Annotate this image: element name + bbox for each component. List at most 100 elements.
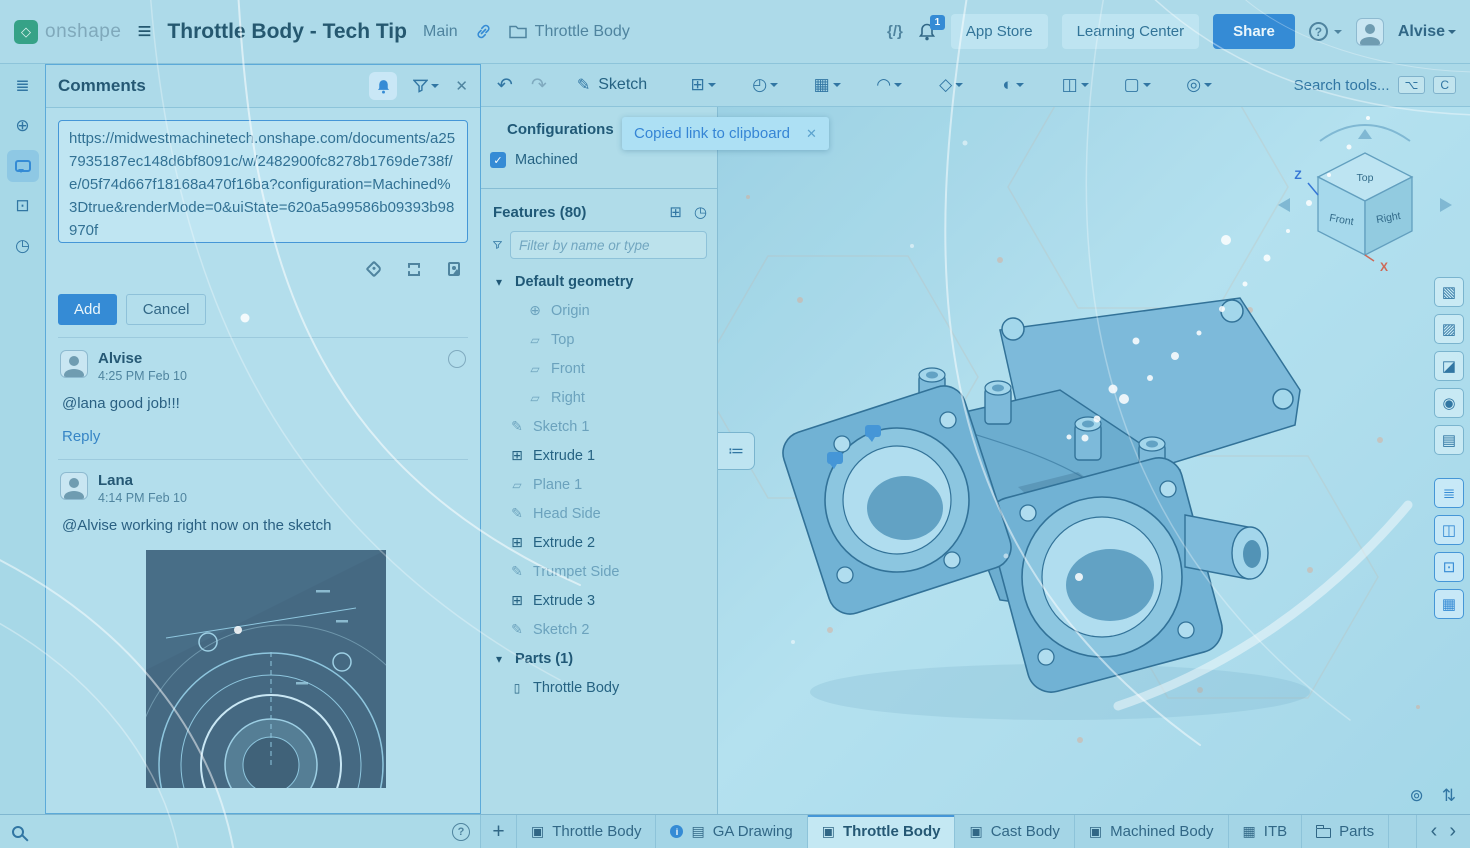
viewport-3d[interactable]: Top Front Right Z X ▧ ▨ ◪ <box>718 107 1470 814</box>
comment-attachment-image[interactable] <box>146 550 386 788</box>
hidden-edges-icon[interactable]: ▨ <box>1434 314 1464 344</box>
rotate-right-arrow[interactable] <box>1440 198 1452 212</box>
insert-item-icon[interactable]: ⊕ <box>7 110 39 142</box>
onshape-logo[interactable]: ◇ onshape <box>14 20 121 44</box>
comment-timestamp: 4:14 PM Feb 10 <box>98 491 187 505</box>
next-tabs-icon[interactable]: › <box>1445 820 1460 843</box>
feature-tree-item[interactable]: Throttle Body <box>481 673 717 702</box>
feature-tree-item[interactable]: Default geometry <box>481 267 717 296</box>
tab-type-icon <box>1316 828 1331 838</box>
feature-tree-item[interactable]: Top <box>481 325 717 354</box>
image-icon[interactable] <box>442 257 466 281</box>
workspace-label[interactable]: Main <box>423 23 458 41</box>
rotate-up-arrow[interactable] <box>1358 129 1372 139</box>
snip-icon[interactable] <box>402 257 426 281</box>
mirror-tool-icon[interactable]: ◫ <box>1051 74 1099 96</box>
reply-link[interactable]: Reply <box>62 428 100 445</box>
comment-input[interactable]: https://midwestmachinetech.onshape.com/d… <box>58 120 468 243</box>
boolean-tool-icon[interactable]: ◐ <box>989 74 1037 96</box>
tab[interactable]: Throttle Body <box>517 815 656 848</box>
add-tab-button[interactable]: + <box>481 815 517 848</box>
feature-filter-input[interactable] <box>510 231 707 259</box>
share-button[interactable]: Share <box>1213 14 1295 49</box>
tab-help-icon[interactable]: ? <box>452 823 470 841</box>
export-view-icon[interactable]: ⊡ <box>1434 552 1464 582</box>
feature-list-icon[interactable]: ≣ <box>1434 478 1464 508</box>
copy-link-icon[interactable] <box>474 22 493 41</box>
resolve-checkbox[interactable] <box>448 350 466 368</box>
comment-filter-icon[interactable] <box>413 79 439 93</box>
units-sort-icon[interactable]: ⇅ <box>1442 786 1456 806</box>
view-cube[interactable]: Top Front Right Z X <box>1270 115 1460 285</box>
configuration-option[interactable]: ✓ Machined <box>481 148 717 172</box>
notifications-button[interactable]: 1 <box>917 22 937 42</box>
search-in-view-icon[interactable] <box>12 826 24 838</box>
feature-tree-item[interactable]: Front <box>481 354 717 383</box>
rollback-clock-icon[interactable]: ◷ <box>694 203 707 221</box>
feature-tree-item[interactable]: Extrude 1 <box>481 441 717 470</box>
feature-tree-item[interactable]: Sketch 2 <box>481 615 717 644</box>
render-quality-icon[interactable]: ⊚ <box>1410 786 1424 806</box>
tree-item-label: Throttle Body <box>533 680 619 696</box>
panel-collapse-handle[interactable]: ≔ <box>718 432 755 470</box>
feature-tree-item[interactable]: Trumpet Side <box>481 557 717 586</box>
compare-view-icon[interactable]: ◫ <box>1434 515 1464 545</box>
tab[interactable]: GA Drawing <box>656 815 807 848</box>
feature-tree-item[interactable]: Plane 1 <box>481 470 717 499</box>
history-icon[interactable]: ◷ <box>7 230 39 262</box>
add-comment-button[interactable]: Add <box>58 294 117 325</box>
feature-tree-item[interactable]: Extrude 2 <box>481 528 717 557</box>
user-menu[interactable]: Alvise <box>1398 23 1456 41</box>
chevron-down-icon <box>1143 83 1151 91</box>
fillet-tool-icon[interactable]: ◠ <box>865 74 913 96</box>
help-button[interactable]: ? <box>1309 22 1342 41</box>
app-store-button[interactable]: App Store <box>951 14 1048 49</box>
toast-close-icon[interactable]: ✕ <box>806 126 817 142</box>
redo-icon[interactable]: ↷ <box>531 74 547 97</box>
camera-snapshot-icon[interactable]: ◉ <box>1434 388 1464 418</box>
shaded-view-icon[interactable]: ▧ <box>1434 277 1464 307</box>
comment-list: Alvise 4:25 PM Feb 10 @lana good job!!! … <box>58 337 468 798</box>
user-avatar[interactable] <box>1356 18 1384 46</box>
schedule-icon[interactable]: ▦ <box>1434 589 1464 619</box>
sketch-button[interactable]: ✎ Sketch <box>571 74 653 96</box>
menu-icon[interactable]: ≡ <box>137 20 151 44</box>
tab[interactable]: Parts <box>1302 815 1389 848</box>
comment-notifications-icon[interactable] <box>369 72 397 100</box>
undo-icon[interactable]: ↶ <box>497 74 513 97</box>
named-views-icon[interactable]: ▤ <box>1434 425 1464 455</box>
search-tools[interactable]: Search tools... ⌥ C <box>1294 76 1456 94</box>
feature-tree-item[interactable]: Parts (1) <box>481 644 717 673</box>
extrude-tool-icon[interactable]: ⊞ <box>679 74 727 96</box>
feature-tree-item[interactable]: Origin <box>481 296 717 325</box>
feature-tree-item[interactable]: Extrude 3 <box>481 586 717 615</box>
publications-icon[interactable]: ⊡ <box>7 190 39 222</box>
cancel-button[interactable]: Cancel <box>126 294 207 325</box>
tab[interactable]: Throttle Body <box>808 815 956 848</box>
insert-feature-icon[interactable]: ⊞ <box>669 203 682 221</box>
tab[interactable]: ITB <box>1229 815 1303 848</box>
feature-tree-item[interactable]: Sketch 1 <box>481 412 717 441</box>
tab[interactable]: Machined Body <box>1075 815 1229 848</box>
close-icon[interactable]: ✕ <box>455 77 468 95</box>
checked-checkbox[interactable]: ✓ <box>490 152 506 168</box>
plane-tool-icon[interactable]: ◇ <box>927 74 975 96</box>
measure-tool-icon[interactable]: ◎ <box>1175 74 1223 96</box>
pattern-tool-icon[interactable]: ▦ <box>803 74 851 96</box>
revolve-tool-icon[interactable]: ◴ <box>741 74 789 96</box>
section-view-icon[interactable]: ◪ <box>1434 351 1464 381</box>
feature-tree-item[interactable]: Head Side <box>481 499 717 528</box>
tag-icon[interactable] <box>362 257 386 281</box>
rotate-left-arrow[interactable] <box>1278 198 1290 212</box>
breadcrumb-folder[interactable]: Throttle Body <box>509 23 630 41</box>
filter-funnel-icon[interactable] <box>493 238 502 252</box>
comments-panel-icon[interactable] <box>7 150 39 182</box>
pencil-icon: ✎ <box>577 75 590 95</box>
prev-tabs-icon[interactable]: ‹ <box>1427 820 1442 843</box>
document-panel-icon[interactable]: ≣ <box>7 70 39 102</box>
featurescript-icon[interactable]: {/} <box>887 23 903 40</box>
feature-tree-item[interactable]: Right <box>481 383 717 412</box>
selection-tool-icon[interactable]: ▢ <box>1113 74 1161 96</box>
tab[interactable]: Cast Body <box>955 815 1074 848</box>
learning-center-button[interactable]: Learning Center <box>1062 14 1200 49</box>
